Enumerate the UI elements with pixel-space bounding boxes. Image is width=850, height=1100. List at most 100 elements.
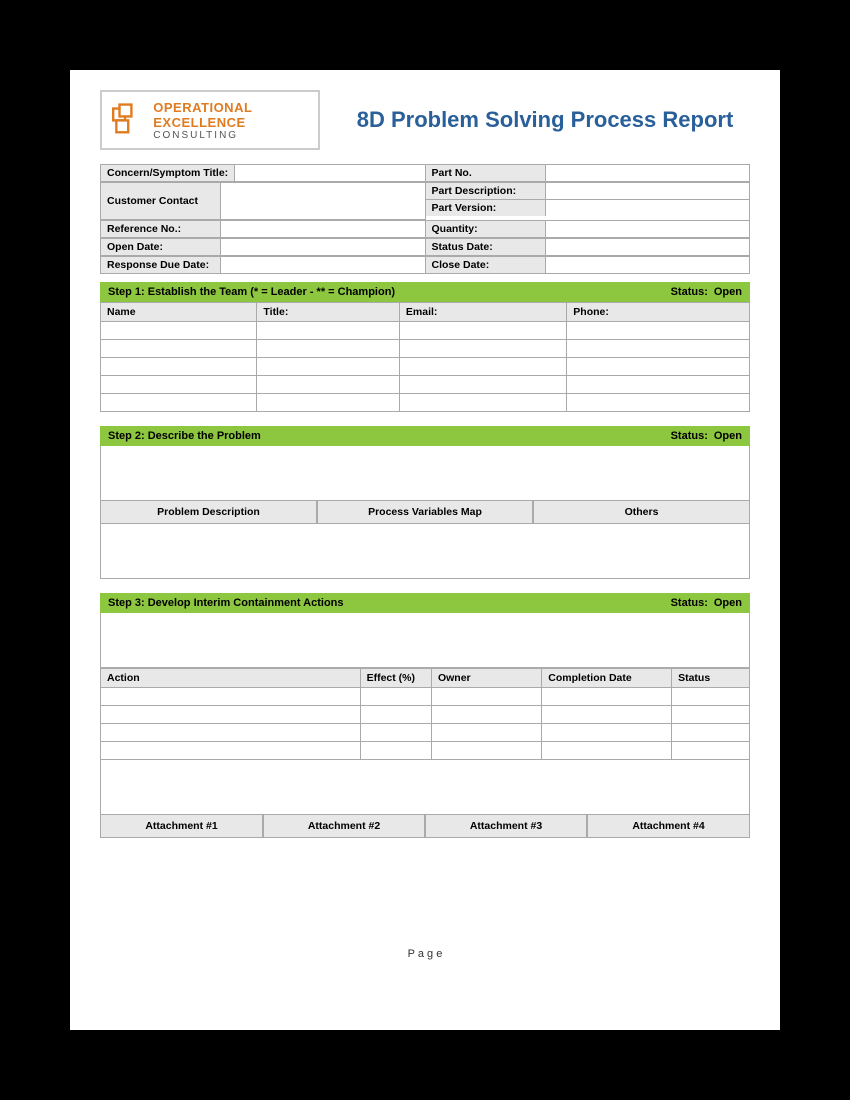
logo-wrapper: Operational Excellence CONSULTING bbox=[112, 99, 308, 141]
concern-label: Concern/Symptom Title: bbox=[101, 165, 235, 181]
opendate-label: Open Date: bbox=[101, 239, 221, 255]
concern-row: Concern/Symptom Title: bbox=[101, 165, 425, 181]
partver-value[interactable] bbox=[546, 200, 750, 216]
step3-extra-content[interactable] bbox=[100, 760, 750, 815]
btn-others[interactable]: Others bbox=[533, 501, 749, 523]
concern-value[interactable] bbox=[235, 165, 424, 181]
step2-status: Status: Open bbox=[671, 430, 742, 442]
concern-col: Concern/Symptom Title: bbox=[101, 165, 426, 181]
col-email: Email: bbox=[399, 303, 566, 322]
responsedue-row: Response Due Date: bbox=[101, 257, 425, 273]
closedate-value[interactable] bbox=[546, 257, 750, 273]
btn-problem-desc[interactable]: Problem Description bbox=[101, 501, 317, 523]
logo-icon bbox=[112, 99, 145, 141]
opendate-value[interactable] bbox=[221, 239, 425, 255]
col-status: Status bbox=[672, 669, 750, 688]
action-header-row: Action Effect (%) Owner Completion Date … bbox=[101, 669, 750, 688]
attachment-2[interactable]: Attachment #2 bbox=[263, 815, 425, 837]
header: Operational Excellence CONSULTING 8D Pro… bbox=[100, 90, 750, 150]
table-row bbox=[101, 340, 750, 358]
closedate-label: Close Date: bbox=[426, 257, 546, 273]
logo-box: Operational Excellence CONSULTING bbox=[100, 90, 320, 150]
step2-buttons: Problem Description Process Variables Ma… bbox=[100, 501, 750, 524]
form-row-3: Reference No.: Quantity: bbox=[101, 220, 749, 238]
bottom-space bbox=[100, 838, 750, 918]
responsedue-value[interactable] bbox=[221, 257, 425, 273]
refno-row: Reference No.: bbox=[101, 221, 425, 237]
attachment-1[interactable]: Attachment #1 bbox=[101, 815, 263, 837]
col-phone: Phone: bbox=[567, 303, 750, 322]
quantity-row: Quantity: bbox=[426, 221, 750, 237]
table-row bbox=[101, 376, 750, 394]
refno-label: Reference No.: bbox=[101, 221, 221, 237]
table-row bbox=[101, 358, 750, 376]
step3-status: Status: Open bbox=[671, 597, 742, 609]
report-title: 8D Problem Solving Process Report bbox=[320, 107, 750, 133]
step3-content[interactable] bbox=[100, 613, 750, 668]
col-title: Title: bbox=[257, 303, 400, 322]
statusdate-row: Status Date: bbox=[426, 239, 750, 255]
attachments-row: Attachment #1 Attachment #2 Attachment #… bbox=[100, 815, 750, 838]
table-row bbox=[101, 724, 750, 742]
step2-label: Step 2: Describe the Problem bbox=[108, 430, 261, 442]
table-row bbox=[101, 706, 750, 724]
attachment-4[interactable]: Attachment #4 bbox=[587, 815, 749, 837]
logo-line1: Operational Excellence bbox=[153, 100, 308, 130]
customer-label: Customer Contact bbox=[101, 183, 221, 219]
customer-col: Customer Contact bbox=[101, 183, 426, 220]
customer-value[interactable] bbox=[221, 183, 425, 219]
step2-status-label: Status: bbox=[671, 430, 708, 442]
table-row bbox=[101, 322, 750, 340]
statusdate-value[interactable] bbox=[546, 239, 750, 255]
step2-extra-content[interactable] bbox=[100, 524, 750, 579]
step3-header: Step 3: Develop Interim Containment Acti… bbox=[100, 593, 750, 613]
step3-table: Action Effect (%) Owner Completion Date … bbox=[100, 668, 750, 760]
table-row bbox=[101, 688, 750, 706]
form-section: Concern/Symptom Title: Part No. Customer… bbox=[100, 164, 750, 274]
partno-col: Part No. bbox=[426, 165, 750, 181]
step3-status-label: Status: bbox=[671, 597, 708, 609]
customer-row: Customer Contact bbox=[101, 183, 425, 219]
col-completion-date: Completion Date bbox=[542, 669, 672, 688]
partver-label: Part Version: bbox=[426, 200, 546, 216]
col-effect: Effect (%) bbox=[360, 669, 431, 688]
opendate-row: Open Date: bbox=[101, 239, 425, 255]
form-row-1: Concern/Symptom Title: Part No. bbox=[101, 165, 749, 182]
logo-line2: CONSULTING bbox=[153, 130, 308, 141]
col-action: Action bbox=[101, 669, 361, 688]
step1-table: Name Title: Email: Phone: bbox=[100, 302, 750, 412]
partdesc-row: Part Description: bbox=[426, 183, 750, 200]
logo-text: Operational Excellence CONSULTING bbox=[153, 100, 308, 141]
col-name: Name bbox=[101, 303, 257, 322]
quantity-value[interactable] bbox=[546, 221, 750, 237]
footer-text: P a g e bbox=[408, 948, 443, 960]
statusdate-label: Status Date: bbox=[426, 239, 546, 255]
responsedue-label: Response Due Date: bbox=[101, 257, 221, 273]
page-footer: P a g e bbox=[100, 948, 750, 960]
partver-row: Part Version: bbox=[426, 200, 750, 216]
refno-value[interactable] bbox=[221, 221, 425, 237]
form-row-5: Response Due Date: Close Date: bbox=[101, 256, 749, 274]
step2-header: Step 2: Describe the Problem Status: Ope… bbox=[100, 426, 750, 446]
step1-status: Status: Open bbox=[671, 286, 742, 298]
step1-status-value: Open bbox=[714, 286, 742, 298]
partdesc-value[interactable] bbox=[546, 183, 750, 199]
step3-label: Step 3: Develop Interim Containment Acti… bbox=[108, 597, 344, 609]
step1-status-label: Status: bbox=[671, 286, 708, 298]
quantity-label: Quantity: bbox=[426, 221, 546, 237]
step2-content[interactable] bbox=[100, 446, 750, 501]
step3-status-value: Open bbox=[714, 597, 742, 609]
step1-label: Step 1: Establish the Team (* = Leader -… bbox=[108, 286, 395, 298]
partno-label: Part No. bbox=[426, 165, 546, 181]
table-row bbox=[101, 394, 750, 412]
page: Operational Excellence CONSULTING 8D Pro… bbox=[70, 70, 780, 1030]
attachment-3[interactable]: Attachment #3 bbox=[425, 815, 587, 837]
partno-row: Part No. bbox=[426, 165, 750, 181]
step1-header: Step 1: Establish the Team (* = Leader -… bbox=[100, 282, 750, 302]
step2-status-value: Open bbox=[714, 430, 742, 442]
partdesc-label: Part Description: bbox=[426, 183, 546, 199]
closedate-row: Close Date: bbox=[426, 257, 750, 273]
partno-value[interactable] bbox=[546, 165, 750, 181]
col-owner: Owner bbox=[431, 669, 541, 688]
btn-process-variables[interactable]: Process Variables Map bbox=[317, 501, 533, 523]
